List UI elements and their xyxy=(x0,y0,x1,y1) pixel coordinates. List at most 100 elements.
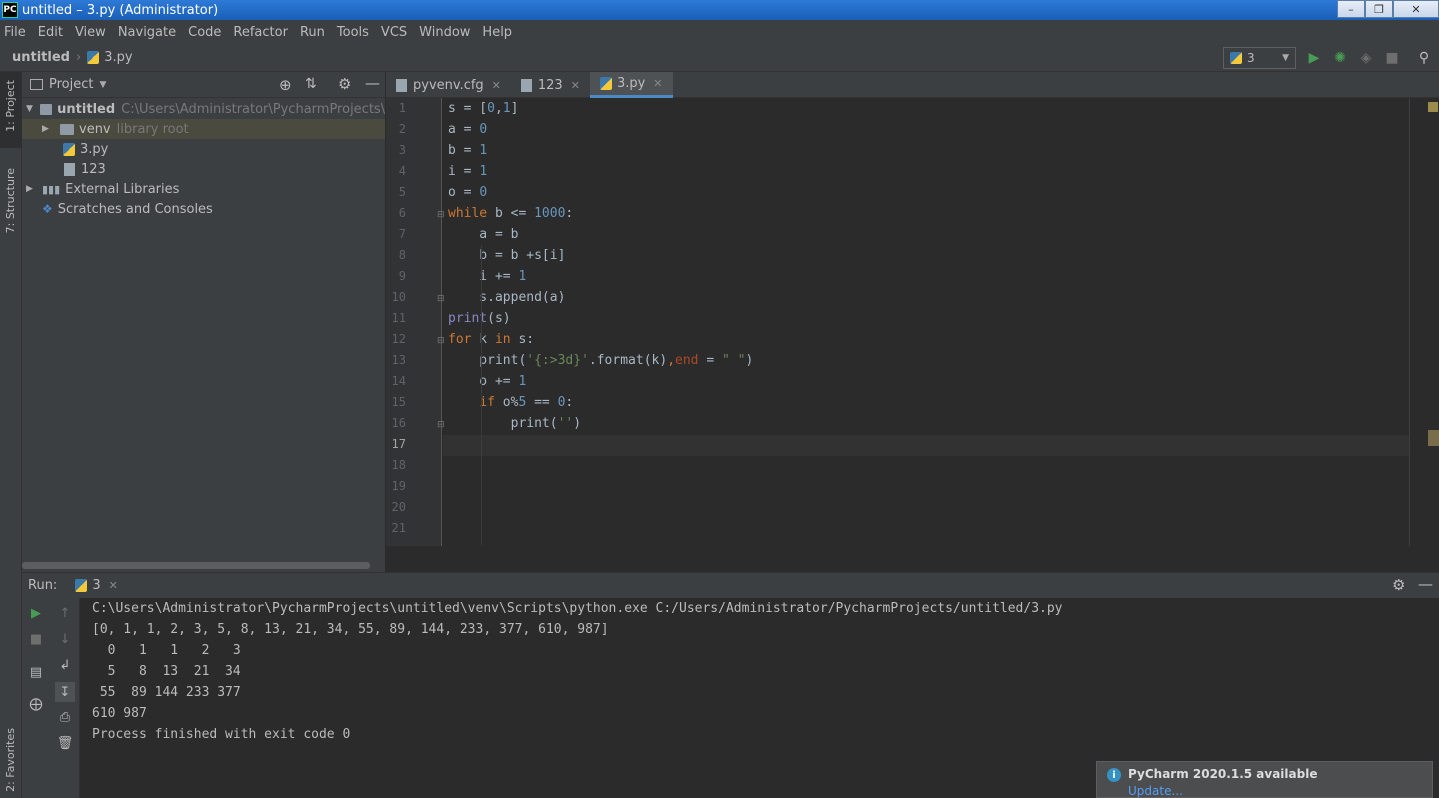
gear-icon[interactable]: ⚙ xyxy=(338,75,351,93)
up-arrow-icon[interactable]: ↑ xyxy=(57,605,73,621)
down-arrow-icon[interactable]: ↓ xyxy=(57,631,73,647)
close-tab-icon[interactable]: ✕ xyxy=(109,579,118,592)
tab-123[interactable]: 123 ✕ xyxy=(511,72,590,98)
tree-item-root[interactable]: ▼ untitled C:\Users\Administrator\Pychar… xyxy=(22,99,385,119)
line-number: 10 xyxy=(391,290,406,304)
stop-icon[interactable]: ■ xyxy=(28,631,44,647)
hide-icon[interactable]: — xyxy=(1418,575,1433,593)
left-tool-strip: 1: Project 7: Structure 2: Favorites xyxy=(0,72,22,798)
code-line: o += 1 xyxy=(448,371,526,392)
debug-icon[interactable]: ✺ xyxy=(1332,50,1348,66)
expanded-arrow-icon[interactable]: ▼ xyxy=(26,104,34,114)
tree-item-scratches[interactable]: ❖ Scratches and Consoles xyxy=(22,199,385,219)
tab-label: 123 xyxy=(537,77,563,93)
tree-root-path: C:\Users\Administrator\PycharmProjects\u… xyxy=(121,101,386,117)
scroll-to-end-icon[interactable]: ↧ xyxy=(55,682,75,702)
breadcrumb-project[interactable]: untitled xyxy=(12,50,70,65)
python-file-icon xyxy=(599,77,612,90)
project-tool-tab[interactable]: 1: Project xyxy=(4,80,17,132)
code-line: i = 1 xyxy=(448,161,487,182)
hide-icon[interactable]: — xyxy=(365,74,380,92)
run-panel-header: Run: 3 ✕ ⚙ — xyxy=(22,572,1439,598)
run-icon[interactable]: ▶ xyxy=(1306,50,1322,66)
maximize-button[interactable]: ❐ xyxy=(1365,0,1393,18)
line-number: 5 xyxy=(398,185,406,199)
scrollbar-thumb[interactable] xyxy=(1428,430,1439,446)
close-tab-icon[interactable]: ✕ xyxy=(571,79,580,92)
print-icon[interactable]: ⎙ xyxy=(57,709,73,725)
menu-run[interactable]: Run xyxy=(300,25,325,40)
code-line: print('{:>3d}'.format(k),end = " ") xyxy=(448,350,753,371)
soft-wrap-icon[interactable]: ↲ xyxy=(57,657,73,673)
menu-tools[interactable]: Tools xyxy=(337,25,369,40)
breadcrumb-file[interactable]: 3.py xyxy=(104,50,132,65)
tree-item-123[interactable]: 123 xyxy=(22,159,385,179)
tab-pyvenv-cfg[interactable]: pyvenv.cfg ✕ xyxy=(386,72,511,98)
run-tab-label[interactable]: 3 xyxy=(92,578,100,593)
tree-item-3py[interactable]: 3.py xyxy=(22,139,385,159)
tab-3py[interactable]: 3.py ✕ xyxy=(589,72,673,98)
menu-code[interactable]: Code xyxy=(188,25,221,40)
locate-icon[interactable]: ⊕ xyxy=(279,76,292,94)
tree-item-external-libraries[interactable]: ▶ ▮▮▮ External Libraries xyxy=(22,179,385,199)
rerun-icon[interactable]: ▶ xyxy=(28,605,44,621)
line-number: 8 xyxy=(398,248,406,262)
search-icon[interactable]: ⚲ xyxy=(1416,50,1432,66)
menu-vcs[interactable]: VCS xyxy=(381,25,407,40)
menu-file[interactable]: File xyxy=(4,25,26,40)
line-number: 7 xyxy=(398,227,406,241)
scratches-icon: ❖ xyxy=(42,202,53,216)
project-horizontal-scrollbar[interactable] xyxy=(22,562,370,569)
collapsed-arrow-icon[interactable]: ▶ xyxy=(26,184,36,194)
coverage-icon[interactable]: ◈ xyxy=(1358,50,1374,66)
breadcrumb-separator-icon: › xyxy=(75,50,82,65)
code-token: s.append(a) xyxy=(448,290,566,305)
update-link[interactable]: Update... xyxy=(1128,784,1183,798)
line-number: 12 xyxy=(391,332,406,346)
code-token: " " xyxy=(721,353,746,368)
menu-window[interactable]: Window xyxy=(419,25,470,40)
code-token: while xyxy=(448,206,488,221)
code-token: o% xyxy=(494,395,519,410)
code-token: o += xyxy=(448,374,519,389)
line-number: 14 xyxy=(391,374,406,388)
update-notification[interactable]: i PyCharm 2020.1.5 available Update... xyxy=(1096,761,1433,798)
code-editor[interactable]: s = [0,1] a = 0 b = 1 i = 1 o = 0 while … xyxy=(443,98,1409,546)
run-configuration-select[interactable]: 3 ▼ xyxy=(1223,47,1296,69)
console-line: [0, 1, 1, 2, 3, 5, 8, 13, 21, 34, 55, 89… xyxy=(92,622,609,637)
line-number: 11 xyxy=(391,311,406,325)
structure-tool-tab[interactable]: 7: Structure xyxy=(4,168,17,233)
editor-error-stripe[interactable] xyxy=(1409,98,1439,546)
project-panel-title[interactable]: Project xyxy=(49,77,93,92)
editor-tabs: pyvenv.cfg ✕ 123 ✕ 3.py ✕ xyxy=(386,72,1439,98)
menu-refactor[interactable]: Refactor xyxy=(233,25,288,40)
minimize-button[interactable]: – xyxy=(1337,0,1365,18)
tree-item-venv[interactable]: ▶ venv library root xyxy=(22,119,385,139)
menu-navigate[interactable]: Navigate xyxy=(118,25,176,40)
chevron-down-icon[interactable]: ▼ xyxy=(99,80,106,90)
code-token: ) xyxy=(573,416,582,431)
run-toolbar-primary: ▶ ■ ▤ ⨁ xyxy=(22,598,50,798)
gear-icon[interactable]: ⚙ xyxy=(1392,576,1405,594)
line-number-current: 17 xyxy=(391,437,406,451)
stop-icon[interactable]: ■ xyxy=(1384,50,1400,66)
collapse-all-icon[interactable]: ⇅ xyxy=(305,76,317,92)
tree-123-label: 123 xyxy=(81,161,106,177)
console-line: Process finished with exit code 0 xyxy=(92,727,351,742)
console-line: C:\Users\Administrator\PycharmProjects\u… xyxy=(92,601,1063,616)
trash-icon[interactable]: 🗑 xyxy=(57,735,74,751)
menu-help[interactable]: Help xyxy=(482,25,512,40)
layout-icon[interactable]: ▤ xyxy=(28,664,44,680)
close-tab-icon[interactable]: ✕ xyxy=(653,77,662,90)
pin-icon[interactable]: ⨁ xyxy=(28,696,44,712)
favorites-tool-tab[interactable]: 2: Favorites xyxy=(4,728,17,792)
line-number: 19 xyxy=(391,479,406,493)
menu-edit[interactable]: Edit xyxy=(38,25,63,40)
close-tab-icon[interactable]: ✕ xyxy=(492,79,501,92)
menu-view[interactable]: View xyxy=(75,25,106,40)
inspection-status-icon[interactable] xyxy=(1428,102,1438,112)
collapsed-arrow-icon[interactable]: ▶ xyxy=(42,124,52,134)
close-button[interactable]: ✕ xyxy=(1393,0,1439,18)
code-token: (s) xyxy=(487,311,511,326)
